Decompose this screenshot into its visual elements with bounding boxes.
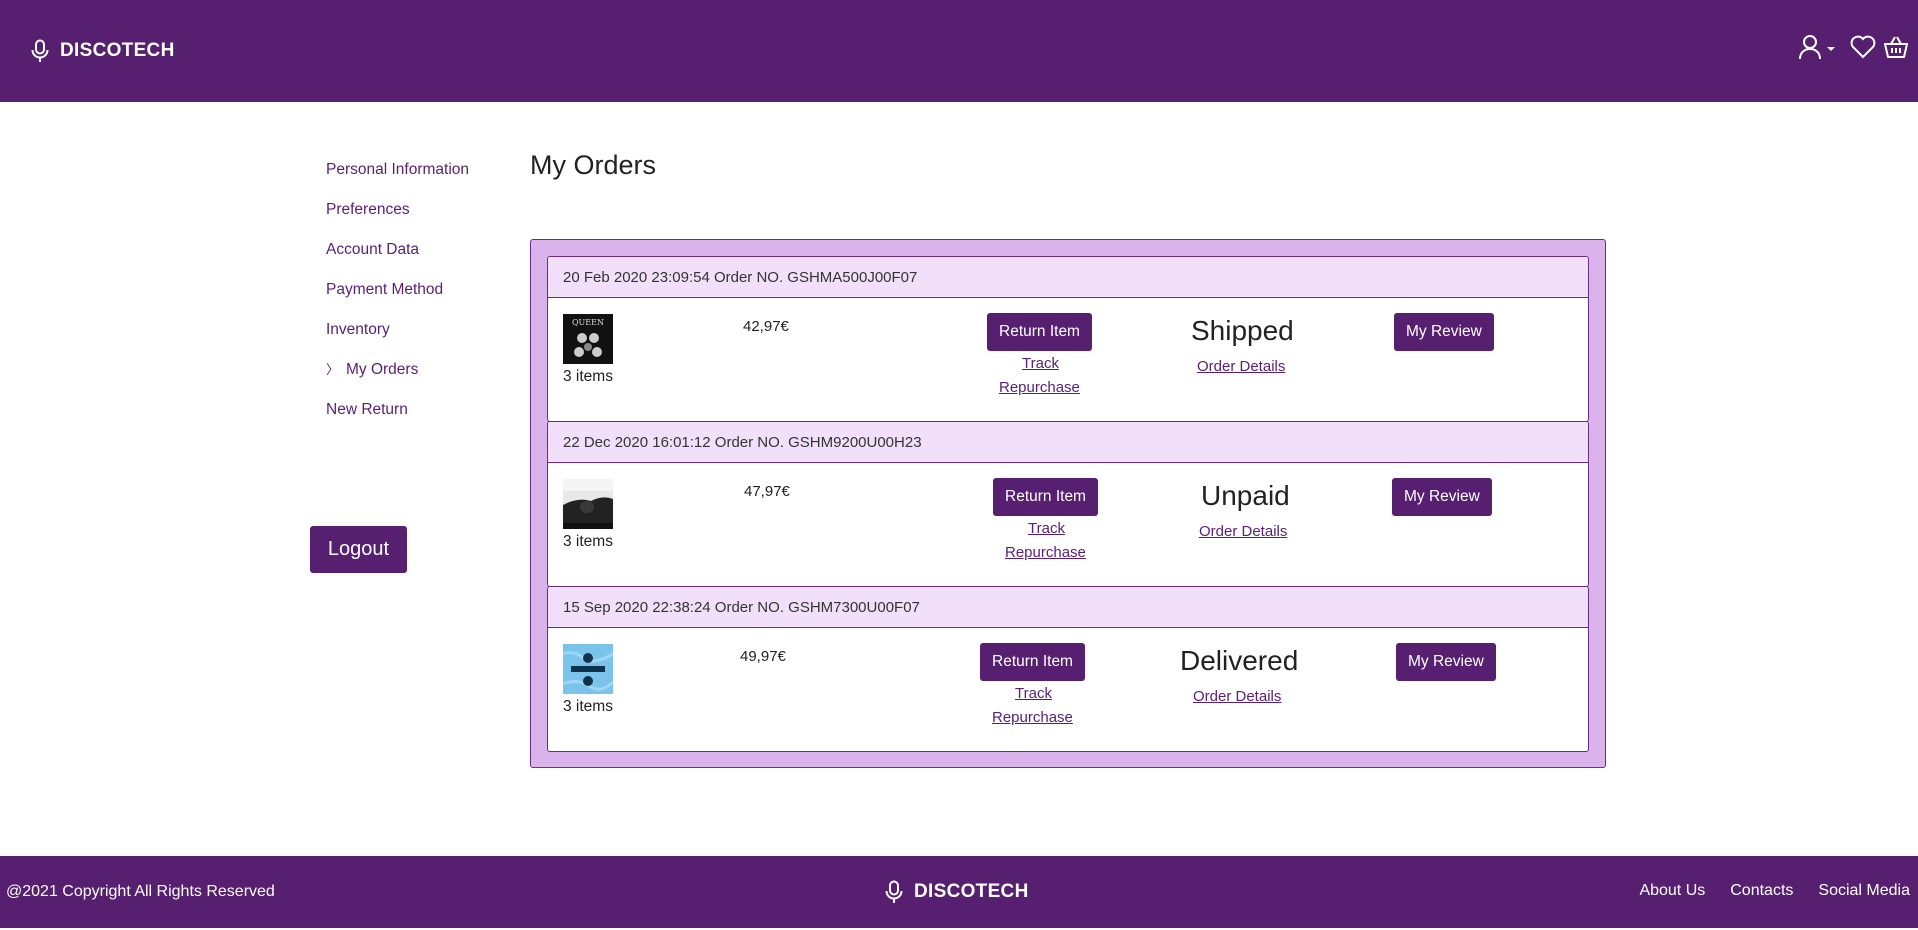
sidebar-item-my-orders[interactable]: 〉 My Orders: [326, 358, 506, 398]
order-card: 20 Feb 2020 23:09:54 Order NO. GSHMA500J…: [547, 256, 1589, 422]
my-review-button[interactable]: My Review: [1396, 643, 1496, 681]
items-count: 3 items: [563, 368, 613, 385]
return-item-button[interactable]: Return Item: [993, 478, 1098, 516]
order-body: 3 items 49,97€ Return Item Track Repurch…: [548, 628, 1588, 751]
order-status: Delivered: [1180, 645, 1299, 676]
repurchase-link[interactable]: Repurchase: [999, 379, 1080, 396]
items-count: 3 items: [563, 698, 613, 715]
order-details-link[interactable]: Order Details: [1193, 688, 1281, 705]
sidebar-item-personal-information[interactable]: Personal Information: [326, 158, 506, 198]
brand-logo[interactable]: DISCOTECH: [30, 39, 175, 63]
album-thumbnail[interactable]: [563, 479, 613, 529]
header-actions: [1788, 34, 1909, 65]
album-thumbnail[interactable]: QUEEN: [563, 314, 613, 364]
my-review-button[interactable]: My Review: [1394, 313, 1494, 351]
page-title: My Orders: [530, 150, 657, 180]
return-item-button[interactable]: Return Item: [980, 643, 1085, 681]
order-price: 49,97€: [740, 648, 786, 665]
footer-link-social-media[interactable]: Social Media: [1818, 882, 1910, 900]
order-header: 15 Sep 2020 22:38:24 Order NO. GSHM7300U…: [548, 587, 1588, 628]
chevron-right-icon: 〉: [326, 362, 340, 377]
footer: @2021 Copyright All Rights Reserved DISC…: [0, 856, 1918, 928]
track-link[interactable]: Track: [1015, 685, 1052, 702]
microphone-icon: [31, 39, 49, 62]
sidebar-item-account-data[interactable]: Account Data: [326, 238, 506, 278]
orders-panel: 20 Feb 2020 23:09:54 Order NO. GSHMA500J…: [530, 239, 1606, 768]
order-card: 22 Dec 2020 16:01:12 Order NO. GSHM9200U…: [547, 421, 1589, 587]
sidebar-item-label: Preferences: [326, 201, 410, 218]
sidebar-item-label: Payment Method: [326, 281, 444, 298]
order-price: 42,97€: [743, 318, 789, 335]
account-sidebar: Personal Information Preferences Account…: [326, 158, 506, 438]
my-review-button[interactable]: My Review: [1392, 478, 1492, 516]
order-details-link[interactable]: Order Details: [1197, 358, 1285, 375]
chevron-down-icon[interactable]: [1826, 41, 1836, 59]
track-link[interactable]: Track: [1028, 520, 1065, 537]
repurchase-link[interactable]: Repurchase: [992, 709, 1073, 726]
copyright-text: @2021 Copyright All Rights Reserved: [6, 883, 275, 900]
sidebar-item-label: Personal Information: [326, 161, 470, 178]
sidebar-item-label: New Return: [326, 401, 408, 418]
brand-name: DISCOTECH: [60, 40, 175, 61]
order-card: 15 Sep 2020 22:38:24 Order NO. GSHM7300U…: [547, 586, 1589, 752]
sidebar-item-new-return[interactable]: New Return: [326, 398, 506, 438]
order-header: 22 Dec 2020 16:01:12 Order NO. GSHM9200U…: [548, 422, 1588, 463]
order-header: 20 Feb 2020 23:09:54 Order NO. GSHMA500J…: [548, 257, 1588, 298]
footer-brand-logo[interactable]: DISCOTECH: [884, 880, 1029, 904]
track-link[interactable]: Track: [1022, 355, 1059, 372]
repurchase-link[interactable]: Repurchase: [1005, 544, 1086, 561]
sidebar-item-label: Account Data: [326, 241, 420, 258]
order-details-link[interactable]: Order Details: [1199, 523, 1287, 540]
order-body: 3 items 47,97€ Return Item Track Repurch…: [548, 463, 1588, 586]
return-item-button[interactable]: Return Item: [987, 313, 1092, 351]
microphone-icon: [885, 880, 903, 903]
sidebar-item-preferences[interactable]: Preferences: [326, 198, 506, 238]
sidebar-item-payment-method[interactable]: Payment Method: [326, 278, 506, 318]
brand-name: DISCOTECH: [914, 881, 1029, 902]
order-status: Shipped: [1191, 315, 1294, 346]
footer-link-about-us[interactable]: About Us: [1639, 882, 1705, 900]
order-body: QUEEN 3 items 42,97€ Return Item Track R…: [548, 298, 1588, 421]
sidebar-item-label: Inventory: [326, 321, 390, 338]
footer-link-contacts[interactable]: Contacts: [1730, 882, 1793, 900]
order-price: 47,97€: [744, 483, 790, 500]
heart-icon[interactable]: [1850, 35, 1876, 64]
sidebar-item-inventory[interactable]: Inventory: [326, 318, 506, 358]
user-icon[interactable]: [1798, 34, 1822, 65]
sidebar-item-label: My Orders: [346, 361, 419, 378]
items-count: 3 items: [563, 533, 613, 550]
album-thumbnail[interactable]: [563, 644, 613, 694]
order-status: Unpaid: [1201, 480, 1290, 511]
basket-icon[interactable]: [1883, 35, 1909, 64]
svg-text:QUEEN: QUEEN: [572, 318, 604, 327]
footer-links: About Us Contacts Social Media: [1614, 882, 1910, 900]
logout-button[interactable]: Logout: [310, 526, 407, 573]
top-header: DISCOTECH: [0, 0, 1918, 102]
